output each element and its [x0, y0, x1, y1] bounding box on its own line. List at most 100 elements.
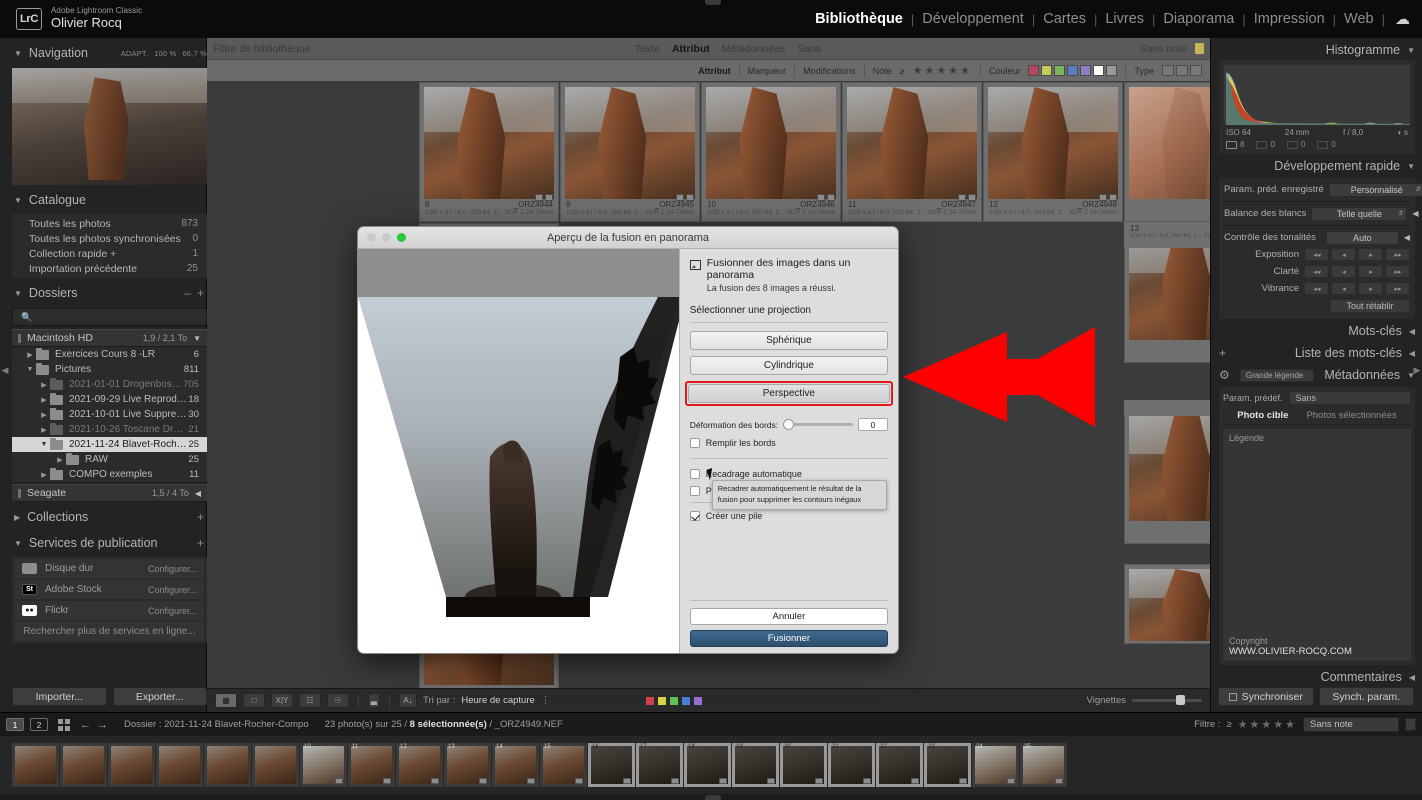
service-configure-link[interactable]: Configurer...	[148, 585, 197, 595]
badge-icon[interactable]	[671, 778, 679, 784]
fill-edges-row[interactable]: Remplir les bords	[689, 438, 888, 448]
swatch-none[interactable]	[1106, 65, 1118, 76]
filmstrip-item[interactable]	[12, 743, 59, 787]
projection-spherique-button[interactable]: Sphérique	[689, 331, 888, 350]
navigator-fit[interactable]: ADAPT.	[121, 49, 148, 58]
white-balance-select[interactable]: Telle quelle ⇵	[1311, 206, 1408, 221]
collapse-arrow-icon[interactable]: ▼	[24, 366, 36, 373]
expand-arrow-icon[interactable]: ▶	[38, 411, 50, 419]
filter-preset-value[interactable]: Sans note	[1140, 43, 1187, 55]
clarity-plus-plus[interactable]: ▸▸	[1385, 265, 1410, 278]
filmstrip-item[interactable]: 12	[396, 743, 443, 787]
volume-seagate[interactable]: Seagate 1,5 / 4 To ◀	[12, 484, 207, 502]
swatch-green[interactable]	[1054, 65, 1066, 76]
badge-icon[interactable]	[335, 778, 343, 784]
collections-header[interactable]: ▶ Collections +	[12, 506, 207, 528]
people-view-icon[interactable]: ☉	[327, 693, 349, 708]
remove-folder-button[interactable]: –	[181, 286, 194, 300]
chevron-left-icon[interactable]: ◀	[195, 489, 201, 498]
toolbar-swatch-red[interactable]	[646, 696, 655, 705]
volume-macintosh-hd[interactable]: Macintosh HD 1,9 / 2,1 To ▼	[12, 329, 207, 347]
swatch-red[interactable]	[1028, 65, 1040, 76]
catalog-row[interactable]: Toutes les photos synchronisées 0	[12, 231, 207, 246]
slider-knob[interactable]	[783, 419, 795, 430]
tab-photos-selectionnees[interactable]: Photos sélectionnées	[1306, 410, 1396, 421]
filmstrip-item[interactable]	[156, 743, 203, 787]
publish-header[interactable]: ▼ Services de publication +	[12, 532, 207, 554]
page-1-button[interactable]: 1	[6, 718, 24, 731]
add-folder-button[interactable]: +	[194, 286, 207, 300]
sync-settings-button[interactable]: Synch. param.	[1318, 687, 1414, 706]
grid-cell[interactable]: 9 _ORZ4945 1/25 s à f / 8,0, ISO 64, 2..…	[560, 82, 700, 222]
swatch-yellow[interactable]	[1041, 65, 1053, 76]
filmstrip[interactable]: 10 11 12 13 14 15 16 17 18 19 20 21 22 2…	[0, 736, 1422, 794]
auto-tone-button[interactable]: Auto	[1325, 230, 1399, 245]
page-2-button[interactable]: 2	[30, 718, 48, 731]
create-stack-checkbox[interactable]	[689, 511, 700, 521]
folder-row[interactable]: ▶ 2021-10-26 Toscane Drone 21	[12, 422, 207, 437]
boundary-warp-value[interactable]: 0	[858, 418, 888, 431]
module-developpement[interactable]: Développement	[914, 11, 1032, 27]
catalog-row[interactable]: Toutes les photos 873	[12, 216, 207, 231]
master-photo-icon[interactable]	[1162, 65, 1174, 76]
find-more-services-link[interactable]: Rechercher plus de services en ligne...	[15, 622, 204, 641]
badge-icon[interactable]	[479, 778, 487, 784]
preset-select[interactable]: Personnalisé ⇵	[1328, 182, 1422, 197]
import-button[interactable]: Importer...	[12, 687, 107, 706]
filmstrip-item[interactable]	[252, 743, 299, 787]
sort-value[interactable]: Heure de capture	[461, 695, 534, 706]
navigator-header[interactable]: ▼ Navigation ADAPT. 100 % 66,7 %	[12, 42, 207, 64]
metadata-view-select[interactable]: Grande légende	[1239, 368, 1315, 382]
grid-toggle-icon[interactable]	[58, 718, 70, 731]
swatch-purple[interactable]	[1080, 65, 1092, 76]
metadata-header[interactable]: ⚙ Grande légende Métadonnées ▼	[1219, 365, 1415, 385]
sort-chevron-icon[interactable]: ⋮	[541, 695, 551, 706]
folder-row[interactable]: ▶ COMPO exemples 11	[12, 467, 207, 482]
navigator-zoom-custom[interactable]: 66,7 %	[182, 49, 207, 58]
folder-row[interactable]: ▶ 2021-10-01 Live Suppression Element...…	[12, 407, 207, 422]
folder-search-input[interactable]: 🔍	[12, 308, 207, 326]
thumbnail-size-slider[interactable]	[1132, 695, 1202, 705]
clarity-minus-minus[interactable]: ◂◂	[1304, 265, 1329, 278]
survey-view-icon[interactable]: ☷	[299, 693, 321, 708]
badge-icon[interactable]	[815, 778, 823, 784]
catalog-header[interactable]: ▼ Catalogue	[12, 189, 207, 211]
vibrance-plus[interactable]: ▸	[1358, 282, 1383, 295]
virtual-copy-icon[interactable]	[1176, 65, 1188, 76]
vibrance-minus[interactable]: ◂	[1331, 282, 1356, 295]
toolbar-swatch-yellow[interactable]	[658, 696, 667, 705]
grid-cell[interactable]	[1124, 82, 1210, 222]
filmstrip-item[interactable]: 25	[1020, 743, 1067, 787]
badge-icon[interactable]	[527, 778, 535, 784]
module-cartes[interactable]: Cartes	[1035, 11, 1094, 27]
badge-icon[interactable]	[575, 778, 583, 784]
filmstrip-item-selected[interactable]: 19	[732, 743, 779, 787]
catalog-row[interactable]: Collection rapide + 1	[12, 246, 207, 261]
folder-row[interactable]: ▶ 2021-01-01 Drogenbos - Château Plo... …	[12, 377, 207, 392]
metadata-view-icon[interactable]: ⚙	[1219, 368, 1230, 382]
swatch-white[interactable]	[1093, 65, 1105, 76]
forward-arrow-icon[interactable]: →	[97, 719, 108, 731]
badge-icon[interactable]	[623, 778, 631, 784]
right-panel-collapse-arrow[interactable]: ▶	[1412, 360, 1422, 380]
expand-arrow-icon[interactable]: ▶	[38, 396, 50, 404]
filmstrip-item[interactable]: 10	[300, 743, 347, 787]
cancel-button[interactable]: Annuler	[689, 608, 888, 625]
expand-arrow-icon[interactable]: ▶	[38, 426, 50, 434]
vibrance-plus-plus[interactable]: ▸▸	[1385, 282, 1410, 295]
filmstrip-item[interactable]	[204, 743, 251, 787]
filmstrip-item[interactable]	[60, 743, 107, 787]
grid-cell[interactable]: 10 _ORZ4946 1/25 s à f / 8,0, ISO 64, 2.…	[701, 82, 841, 222]
add-keyword-button[interactable]: +	[1219, 346, 1226, 360]
filmstrip-item[interactable]	[108, 743, 155, 787]
filmstrip-item-selected[interactable]: 22	[876, 743, 923, 787]
sync-button[interactable]: Synchroniser	[1218, 687, 1314, 706]
filmstrip-item[interactable]: 15	[540, 743, 587, 787]
fill-edges-checkbox[interactable]	[689, 438, 700, 448]
edits-filter-label[interactable]: Modifications	[803, 66, 856, 76]
module-bibliotheque[interactable]: Bibliothèque	[807, 11, 911, 27]
filter-preset-select[interactable]: Sans note	[1303, 717, 1399, 732]
filter-lock-icon[interactable]	[1405, 718, 1416, 731]
filmstrip-item[interactable]: 11	[348, 743, 395, 787]
publish-service-hard-drive[interactable]: Disque dur Configurer...	[15, 559, 204, 578]
